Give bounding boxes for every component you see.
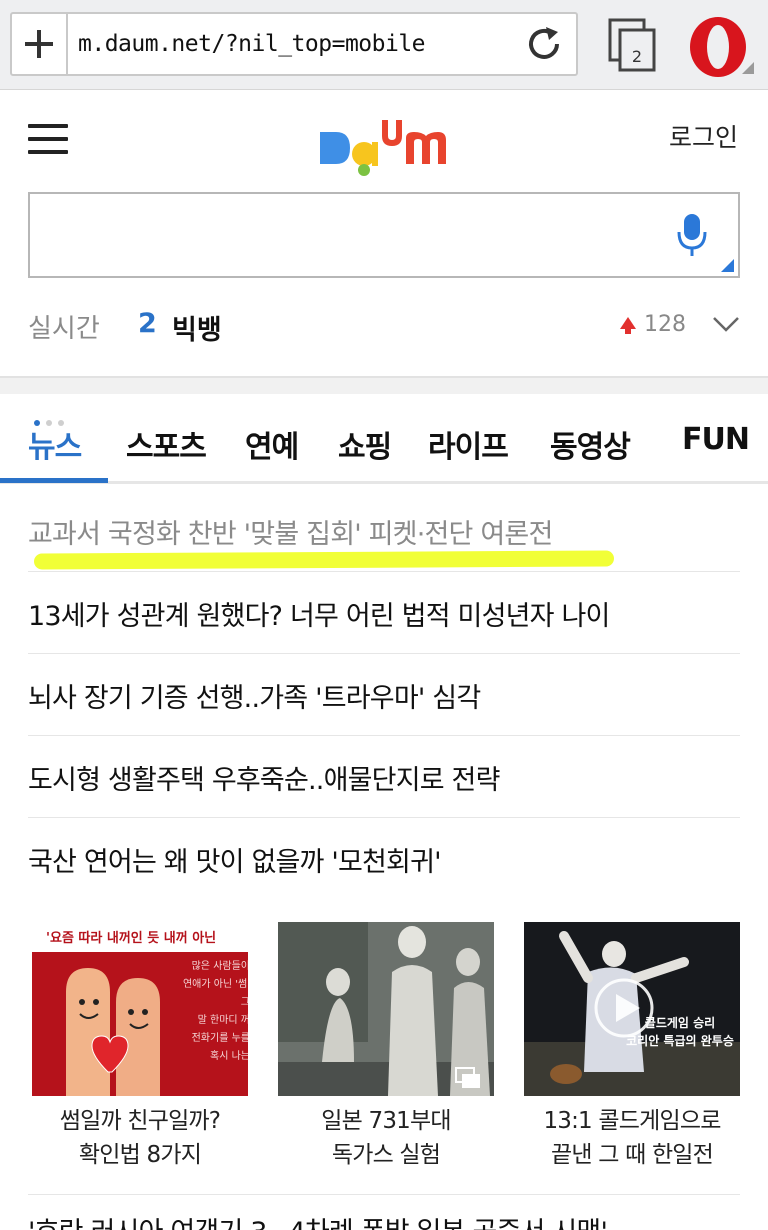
rank-up-arrow-icon: [620, 317, 636, 334]
daum-logo-graphic: [320, 120, 446, 176]
news-headline[interactable]: '호란 러시아 여객기 3~4차례 폭발 일본 공중서 시맥': [28, 1210, 608, 1230]
photo-news-card[interactable]: '요즘 따라 내꺼인 듯 내꺼 아닌 많은 사람들이 연애가 아닌 '썸' 그 …: [32, 922, 248, 1172]
realtime-change-count: 128: [644, 312, 686, 337]
thumbnail-caption[interactable]: 썸일까 친구일까? 확인법 8가지: [32, 1104, 248, 1172]
search-input[interactable]: [28, 192, 740, 278]
realtime-keyword-bar[interactable]: 실시간 2 빅뱅 128: [28, 300, 740, 350]
tab-sports[interactable]: 스포츠: [126, 422, 207, 466]
browser-toolbar: m.daum.net/?nil_top=mobile 2: [0, 0, 768, 90]
search-corner-arrow-icon[interactable]: [721, 259, 734, 272]
new-tab-plus-icon[interactable]: [12, 14, 68, 74]
daum-logo[interactable]: [318, 114, 454, 176]
thumbnail-overlay-text: 많은 사람들이 연애가 아닌 '썸' 그 말 한마디 꺼 전화기를 누를 혹시 …: [182, 961, 248, 1062]
realtime-rank: 2: [138, 308, 157, 339]
tab-count: 2: [632, 47, 642, 66]
tab-video[interactable]: 동영상: [550, 422, 631, 466]
microphone-icon[interactable]: [676, 212, 708, 260]
headline-text[interactable]: 교과서 국정화 찬반 '맞불 집회' 피켓·전단 여론전: [28, 512, 553, 551]
reload-icon[interactable]: [524, 24, 564, 64]
photo-news-card[interactable]: 일본 731부대 독가스 실험: [278, 922, 494, 1172]
category-tabs: 뉴스 스포츠 연예 쇼핑 라이프 동영상 FUN: [0, 420, 768, 484]
headline-text[interactable]: 뇌사 장기 기증 선행..가족 '트라우마' 심각: [28, 676, 481, 715]
tabs-switcher-icon[interactable]: 2: [606, 18, 660, 72]
headline-text[interactable]: 도시형 생활주택 우후죽순..애물단지로 전략: [28, 758, 500, 797]
headline-text[interactable]: 국산 연어는 왜 맛이 없을까 '모천회귀': [28, 840, 442, 879]
chevron-down-icon[interactable]: [712, 314, 740, 334]
active-tab-indicator: [0, 478, 108, 483]
news-headline[interactable]: 국산 연어는 왜 맛이 없을까 '모천회귀': [28, 818, 740, 900]
thumbnail-overlay-text: 콜드게임 승리 코리안 특급의 완투승: [626, 1016, 734, 1048]
headline-text[interactable]: 13세가 성관계 원했다? 너무 어린 법적 미성년자 나이: [28, 594, 610, 633]
tab-shopping[interactable]: 쇼핑: [338, 422, 392, 466]
news-headline[interactable]: 도시형 생활주택 우후죽순..애물단지로 전략: [28, 736, 740, 818]
photo-news-card[interactable]: 콜드게임 승리 코리안 특급의 완투승 13:1 콜드게임으로 끝낸 그 때 한…: [524, 922, 740, 1172]
realtime-label: 실시간: [28, 314, 100, 344]
tab-entertainment[interactable]: 연예: [245, 422, 299, 466]
address-bar[interactable]: m.daum.net/?nil_top=mobile: [10, 12, 578, 76]
tab-page-dots: [34, 411, 74, 426]
tab-news[interactable]: 뉴스: [28, 422, 82, 466]
tab-fun[interactable]: FUN: [682, 422, 750, 457]
realtime-keyword[interactable]: 빅뱅: [172, 308, 222, 347]
login-link[interactable]: 로그인: [669, 118, 738, 154]
opera-menu-icon[interactable]: [686, 14, 756, 80]
thumbnail-image[interactable]: '요즘 따라 내꺼인 듯 내꺼 아닌 많은 사람들이 연애가 아닌 '썸' 그 …: [32, 922, 248, 1096]
tab-life[interactable]: 라이프: [428, 422, 509, 466]
news-headline[interactable]: 13세가 성관계 원했다? 너무 어린 법적 미성년자 나이: [28, 572, 740, 654]
section-divider: [0, 376, 768, 394]
list-divider: [28, 1194, 740, 1195]
news-headline[interactable]: 뇌사 장기 기증 선행..가족 '트라우마' 심각: [28, 654, 740, 736]
thumbnail-image[interactable]: 콜드게임 승리 코리안 특급의 완투승: [524, 922, 740, 1096]
photo-news-row: '요즘 따라 내꺼인 듯 내꺼 아닌 많은 사람들이 연애가 아닌 '썸' 그 …: [0, 922, 768, 1182]
yellow-highlight-mark: [33, 550, 615, 570]
thumbnail-overlay-title: '요즘 따라 내꺼인 듯 내꺼 아닌: [46, 931, 217, 946]
thumbnail-image[interactable]: [278, 922, 494, 1096]
menu-hamburger-icon[interactable]: [28, 124, 68, 156]
thumbnail-caption[interactable]: 일본 731부대 독가스 실험: [278, 1104, 494, 1172]
url-text[interactable]: m.daum.net/?nil_top=mobile: [78, 14, 426, 74]
thumbnail-caption[interactable]: 13:1 콜드게임으로 끝낸 그 때 한일전: [524, 1104, 740, 1172]
